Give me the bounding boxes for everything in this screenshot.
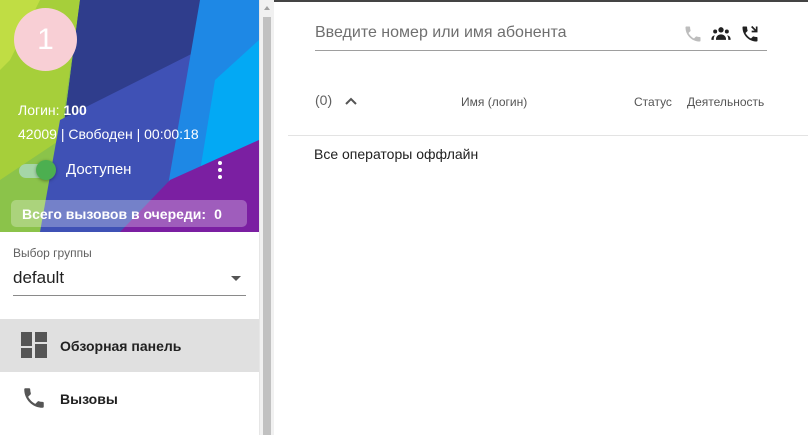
main-panel: (0) Имя (логин) Статус Деятельность Все …	[274, 0, 808, 435]
search-input[interactable]	[315, 21, 675, 45]
operator-state-line: 42009 | Свободен | 00:00:18	[18, 126, 199, 142]
queue-label: Всего вызовов в очереди:	[22, 205, 207, 222]
nav-item-label: Вызовы	[60, 390, 118, 407]
left-sidebar: 1 Логин: 100 42009 | Свободен | 00:00:18…	[0, 0, 259, 435]
scroll-up-arrow-icon[interactable]	[264, 6, 270, 10]
login-line: Логин: 100	[18, 102, 87, 118]
group-select-label: Выбор группы	[13, 246, 92, 260]
scrollbar-thumb[interactable]	[263, 17, 271, 435]
nav-item-label: Обзорная панель	[60, 337, 182, 354]
dropdown-arrow-icon	[231, 276, 241, 281]
operator-profile-card: 1 Логин: 100 42009 | Свободен | 00:00:18…	[0, 0, 259, 232]
toggle-knob	[36, 160, 56, 180]
queue-count: 0	[214, 205, 222, 222]
availability-toggle[interactable]	[17, 160, 57, 180]
nav-item-dashboard[interactable]: Обзорная панель	[0, 319, 259, 372]
table-divider	[288, 135, 808, 136]
phone-icon[interactable]	[683, 24, 703, 44]
operators-count: (0)	[315, 92, 333, 108]
queue-counter-badge: Всего вызовов в очереди: 0	[11, 200, 247, 227]
group-icon[interactable]	[711, 24, 731, 44]
nav-item-calls[interactable]: Вызовы	[0, 372, 259, 425]
top-divider	[274, 0, 808, 2]
column-header-name[interactable]: Имя (логин)	[461, 95, 527, 109]
dashboard-icon	[21, 332, 47, 358]
sidebar-scrollbar[interactable]	[259, 0, 274, 435]
more-vert-icon[interactable]	[210, 158, 230, 182]
login-value: 100	[63, 102, 87, 118]
chevron-up-icon[interactable]	[344, 94, 358, 108]
operators-table-header: (0) Имя (логин) Статус Деятельность	[288, 92, 808, 114]
app-root: 1 Логин: 100 42009 | Свободен | 00:00:18…	[0, 0, 808, 435]
search-bar	[315, 17, 767, 51]
availability-label: Доступен	[66, 161, 132, 178]
avatar: 1	[14, 8, 77, 71]
phone-icon	[24, 388, 44, 408]
group-select-value: default	[13, 268, 65, 287]
column-header-status[interactable]: Статус	[634, 95, 672, 109]
group-select[interactable]: default	[13, 264, 246, 296]
empty-state-text: Все операторы оффлайн	[314, 146, 479, 162]
login-label: Логин:	[18, 102, 60, 118]
call-forward-icon[interactable]	[740, 24, 760, 44]
column-header-activity[interactable]: Деятельность	[687, 95, 764, 109]
